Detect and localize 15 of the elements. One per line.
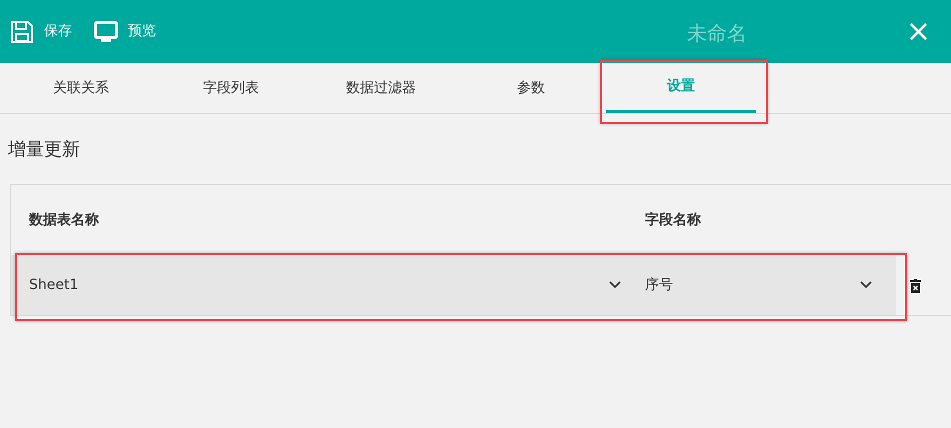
save-icon	[10, 20, 34, 44]
column-header: 数据表名称	[29, 212, 99, 228]
trash-icon	[910, 278, 921, 293]
document-title: 未命名	[687, 20, 747, 47]
dropdown-select[interactable]: Sheet1	[11, 255, 628, 315]
monitor-icon	[94, 20, 118, 42]
dropdown-select[interactable]: 序号	[628, 255, 896, 315]
tab[interactable]: 数据过滤器	[306, 63, 456, 113]
chevron-down-icon	[860, 281, 872, 289]
tab[interactable]: 字段列表	[156, 63, 306, 113]
tab[interactable]: 参数	[456, 63, 606, 113]
column-header: 字段名称	[645, 212, 701, 228]
section-title: 增量更新	[8, 139, 80, 160]
tab[interactable]: 关联关系	[6, 63, 156, 113]
chevron-down-icon	[609, 281, 621, 289]
